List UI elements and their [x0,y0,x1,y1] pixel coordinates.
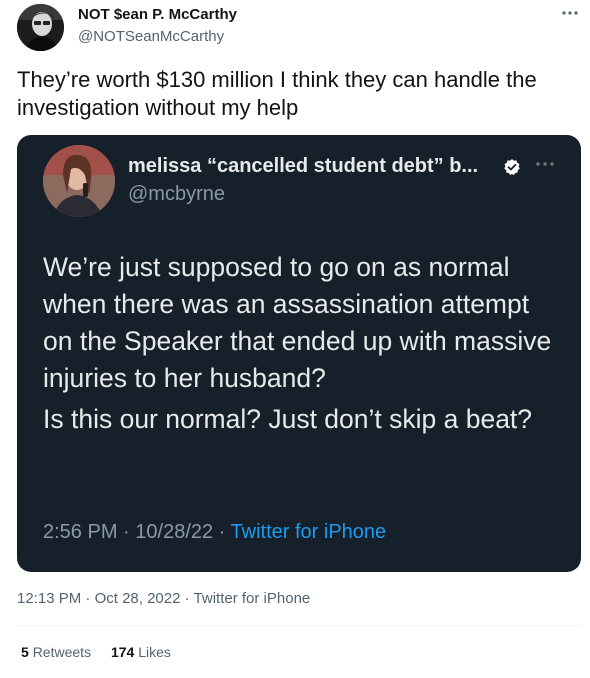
more-options-icon[interactable] [558,4,582,24]
quoted-tweet-text: We’re just supposed to go on as normal w… [43,249,563,438]
quoted-tweet-date[interactable]: 10/28/22 [135,521,213,543]
quoted-tweet-paragraph: We’re just supposed to go on as normal w… [43,252,552,393]
quoted-tweet[interactable]: melissa “cancelled student debt” b... @m… [17,135,581,572]
likes-label: Likes [138,644,171,660]
retweets-stat[interactable]: 5 Retweets [21,644,91,660]
meta-separator: · [81,590,95,607]
meta-separator: · [213,521,231,543]
author-avatar[interactable] [17,4,64,51]
author-handle[interactable]: @NOTSeanMcCarthy [78,28,224,45]
quoted-tweet-time[interactable]: 2:56 PM [43,521,117,543]
quoted-tweet-paragraph: Is this our normal? Just don’t skip a be… [43,404,533,434]
quoted-author-avatar[interactable] [43,145,115,217]
tweet-time[interactable]: 12:13 PM [17,590,81,607]
divider [17,625,582,626]
author-name[interactable]: NOT $ean P. McCarthy [78,6,237,23]
quoted-author-name[interactable]: melissa “cancelled student debt” b... [128,155,478,178]
meta-separator: · [180,590,194,607]
verified-badge-icon [503,158,521,176]
retweets-count: 5 [21,644,29,660]
meta-separator: · [117,521,136,543]
tweet-header: NOT $ean P. McCarthy @NOTSeanMcCarthy [17,4,582,52]
tweet-date[interactable]: Oct 28, 2022 [95,590,181,607]
tweet-meta: 12:13 PM · Oct 28, 2022 · Twitter for iP… [17,590,310,607]
likes-count: 174 [110,644,135,660]
retweets-label: Retweets [32,644,92,660]
tweet-source[interactable]: Twitter for iPhone [194,590,311,607]
quoted-more-options-icon[interactable] [532,154,558,172]
likes-stat[interactable]: 174 Likes [111,644,171,660]
quoted-author-handle[interactable]: @mcbyrne [128,183,225,206]
tweet-text: They’re worth $130 million I think they … [17,67,537,120]
tweet-stats: 5 Retweets 174 Likes [21,644,187,660]
quoted-tweet-source[interactable]: Twitter for iPhone [231,521,387,543]
quoted-tweet-meta: 2:56 PM · 10/28/22 · Twitter for iPhone [43,521,386,544]
